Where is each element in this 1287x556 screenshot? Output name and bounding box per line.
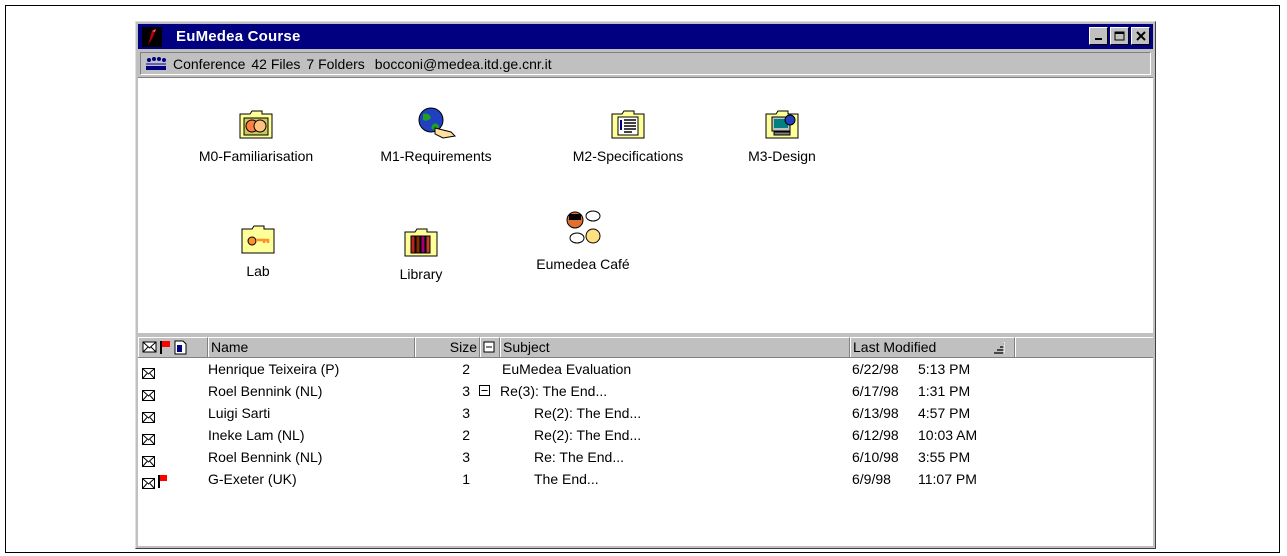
header-thread-toggle[interactable] <box>480 337 500 357</box>
header-last-modified-label: Last Modified <box>853 339 937 355</box>
conference-window: EuMedea Course Conference 42 Files 7 Fol… <box>135 21 1156 549</box>
message-subject: EuMedea Evaluation <box>502 361 632 377</box>
modified-date: 6/17/98 <box>852 383 899 399</box>
icon-label: M0-Familiarisation <box>198 148 314 164</box>
collapse-icon <box>483 341 495 353</box>
close-icon <box>1135 31 1146 41</box>
message-row[interactable]: Henrique Teixeira (P) 2 EuMedea Evaluation… <box>138 358 1153 380</box>
globe-hand-icon <box>418 107 457 139</box>
window-title: EuMedea Course <box>176 28 301 45</box>
modified-time: 5:13 PM <box>918 361 971 377</box>
message-subject: Re(2): The End... <box>534 405 642 421</box>
maximize-icon <box>1114 31 1125 41</box>
info-bar: Conference 42 Files 7 Folders bocconi@me… <box>140 52 1151 75</box>
folder-m2-specifications[interactable]: M2-Specifications <box>548 108 708 164</box>
message-size: 2 <box>462 361 470 377</box>
icon-label: M3-Design <box>748 148 816 164</box>
folder-eumedea-cafe[interactable]: Eumedea Café <box>523 208 643 272</box>
envelope-icon <box>142 341 157 353</box>
message-subject: Re(3): The End... <box>500 383 608 399</box>
column-headers: Name Size Subject Last Modified <box>138 337 1153 358</box>
modified-date: 6/13/98 <box>852 405 899 421</box>
icon-label: Lab <box>246 263 270 279</box>
file-count: 42 Files <box>251 55 301 72</box>
header-spacer <box>1015 337 1153 357</box>
folder-computer-icon <box>765 110 799 139</box>
message-row[interactable]: Roel Bennink (NL) 3 Re(3): The End... 6/17/… <box>138 380 1153 402</box>
header-last-modified[interactable]: Last Modified <box>850 337 1015 357</box>
modified-time: 11:07 PM <box>918 471 977 487</box>
header-status-icons[interactable] <box>138 337 208 357</box>
message-size: 1 <box>462 471 470 487</box>
window-controls <box>1089 27 1150 45</box>
document-icon <box>174 340 187 355</box>
close-button[interactable] <box>1131 27 1150 45</box>
sender-name: Roel Bennink (NL) <box>208 383 323 399</box>
message-size: 3 <box>462 383 470 399</box>
modified-time: 1:31 PM <box>918 383 971 399</box>
message-list: Name Size Subject Last Modified Henrique… <box>138 337 1153 546</box>
folder-m1-requirements[interactable]: M1-Requirements <box>366 106 506 164</box>
header-name[interactable]: Name <box>208 337 415 357</box>
modified-time: 10:03 AM <box>918 427 978 443</box>
conference-icon <box>146 56 166 70</box>
icon-label: M1-Requirements <box>380 148 492 164</box>
folder-document-icon <box>611 110 645 139</box>
app-icon[interactable] <box>142 26 162 47</box>
minimize-icon <box>1094 38 1102 40</box>
icon-label: Library <box>399 266 443 282</box>
conference-label: Conference <box>173 55 246 72</box>
sort-icon <box>994 342 1005 354</box>
sender-name: Ineke Lam (NL) <box>208 427 305 443</box>
message-size: 3 <box>462 405 470 421</box>
icon-label: M2-Specifications <box>572 148 684 164</box>
modified-date: 6/9/98 <box>852 471 891 487</box>
email-address: bocconi@medea.itd.ge.cnr.it <box>374 55 552 72</box>
message-size: 2 <box>462 427 470 443</box>
message-row[interactable]: Ineke Lam (NL) 2 Re(2): The End... 6/12/98 1… <box>138 424 1153 446</box>
folder-books-icon <box>404 228 438 257</box>
flag-icon <box>160 341 170 354</box>
header-subject[interactable]: Subject <box>500 337 850 357</box>
message-row[interactable]: G-Exeter (UK) 1 The End... 6/9/98 11:07 PM <box>138 468 1153 490</box>
message-row[interactable]: Luigi Sarti 3 Re(2): The End... 6/13/98 4:57… <box>138 402 1153 424</box>
icon-pane: M0-Familiarisation M1-Requirements M2-Sp… <box>138 77 1153 333</box>
flag-icon[interactable] <box>158 472 168 494</box>
message-subject: The End... <box>534 471 599 487</box>
folder-m3-design[interactable]: M3-Design <box>732 108 832 164</box>
sender-name: Luigi Sarti <box>208 405 271 421</box>
message-subject: Re: The End... <box>534 449 625 465</box>
folder-count: 7 Folders <box>306 55 365 72</box>
modified-date: 6/22/98 <box>852 361 899 377</box>
envelope-icon <box>142 473 155 495</box>
folder-key-icon <box>241 225 275 254</box>
message-subject: Re(2): The End... <box>534 427 642 443</box>
modified-date: 6/12/98 <box>852 427 899 443</box>
modified-date: 6/10/98 <box>852 449 899 465</box>
folder-m0-familiarisation[interactable]: M0-Familiarisation <box>186 108 326 164</box>
title-bar[interactable]: EuMedea Course <box>138 24 1153 49</box>
message-row[interactable]: Roel Bennink (NL) 3 Re: The End... 6/10/98 3… <box>138 446 1153 468</box>
sender-name: Henrique Teixeira (P) <box>208 361 340 377</box>
modified-time: 3:55 PM <box>918 449 971 465</box>
sender-name: G-Exeter (UK) <box>208 471 297 487</box>
folder-lab[interactable]: Lab <box>218 223 298 279</box>
message-size: 3 <box>462 449 470 465</box>
collapse-thread-icon[interactable] <box>479 385 491 397</box>
minimize-button[interactable] <box>1089 27 1108 45</box>
sender-name: Roel Bennink (NL) <box>208 449 323 465</box>
icon-label: Eumedea Café <box>536 256 630 272</box>
modified-time: 4:57 PM <box>918 405 971 421</box>
header-size[interactable]: Size <box>415 337 480 357</box>
chat-people-icon <box>566 210 601 244</box>
folder-faces-icon <box>239 110 273 139</box>
folder-library[interactable]: Library <box>381 226 461 282</box>
maximize-button[interactable] <box>1110 27 1129 45</box>
